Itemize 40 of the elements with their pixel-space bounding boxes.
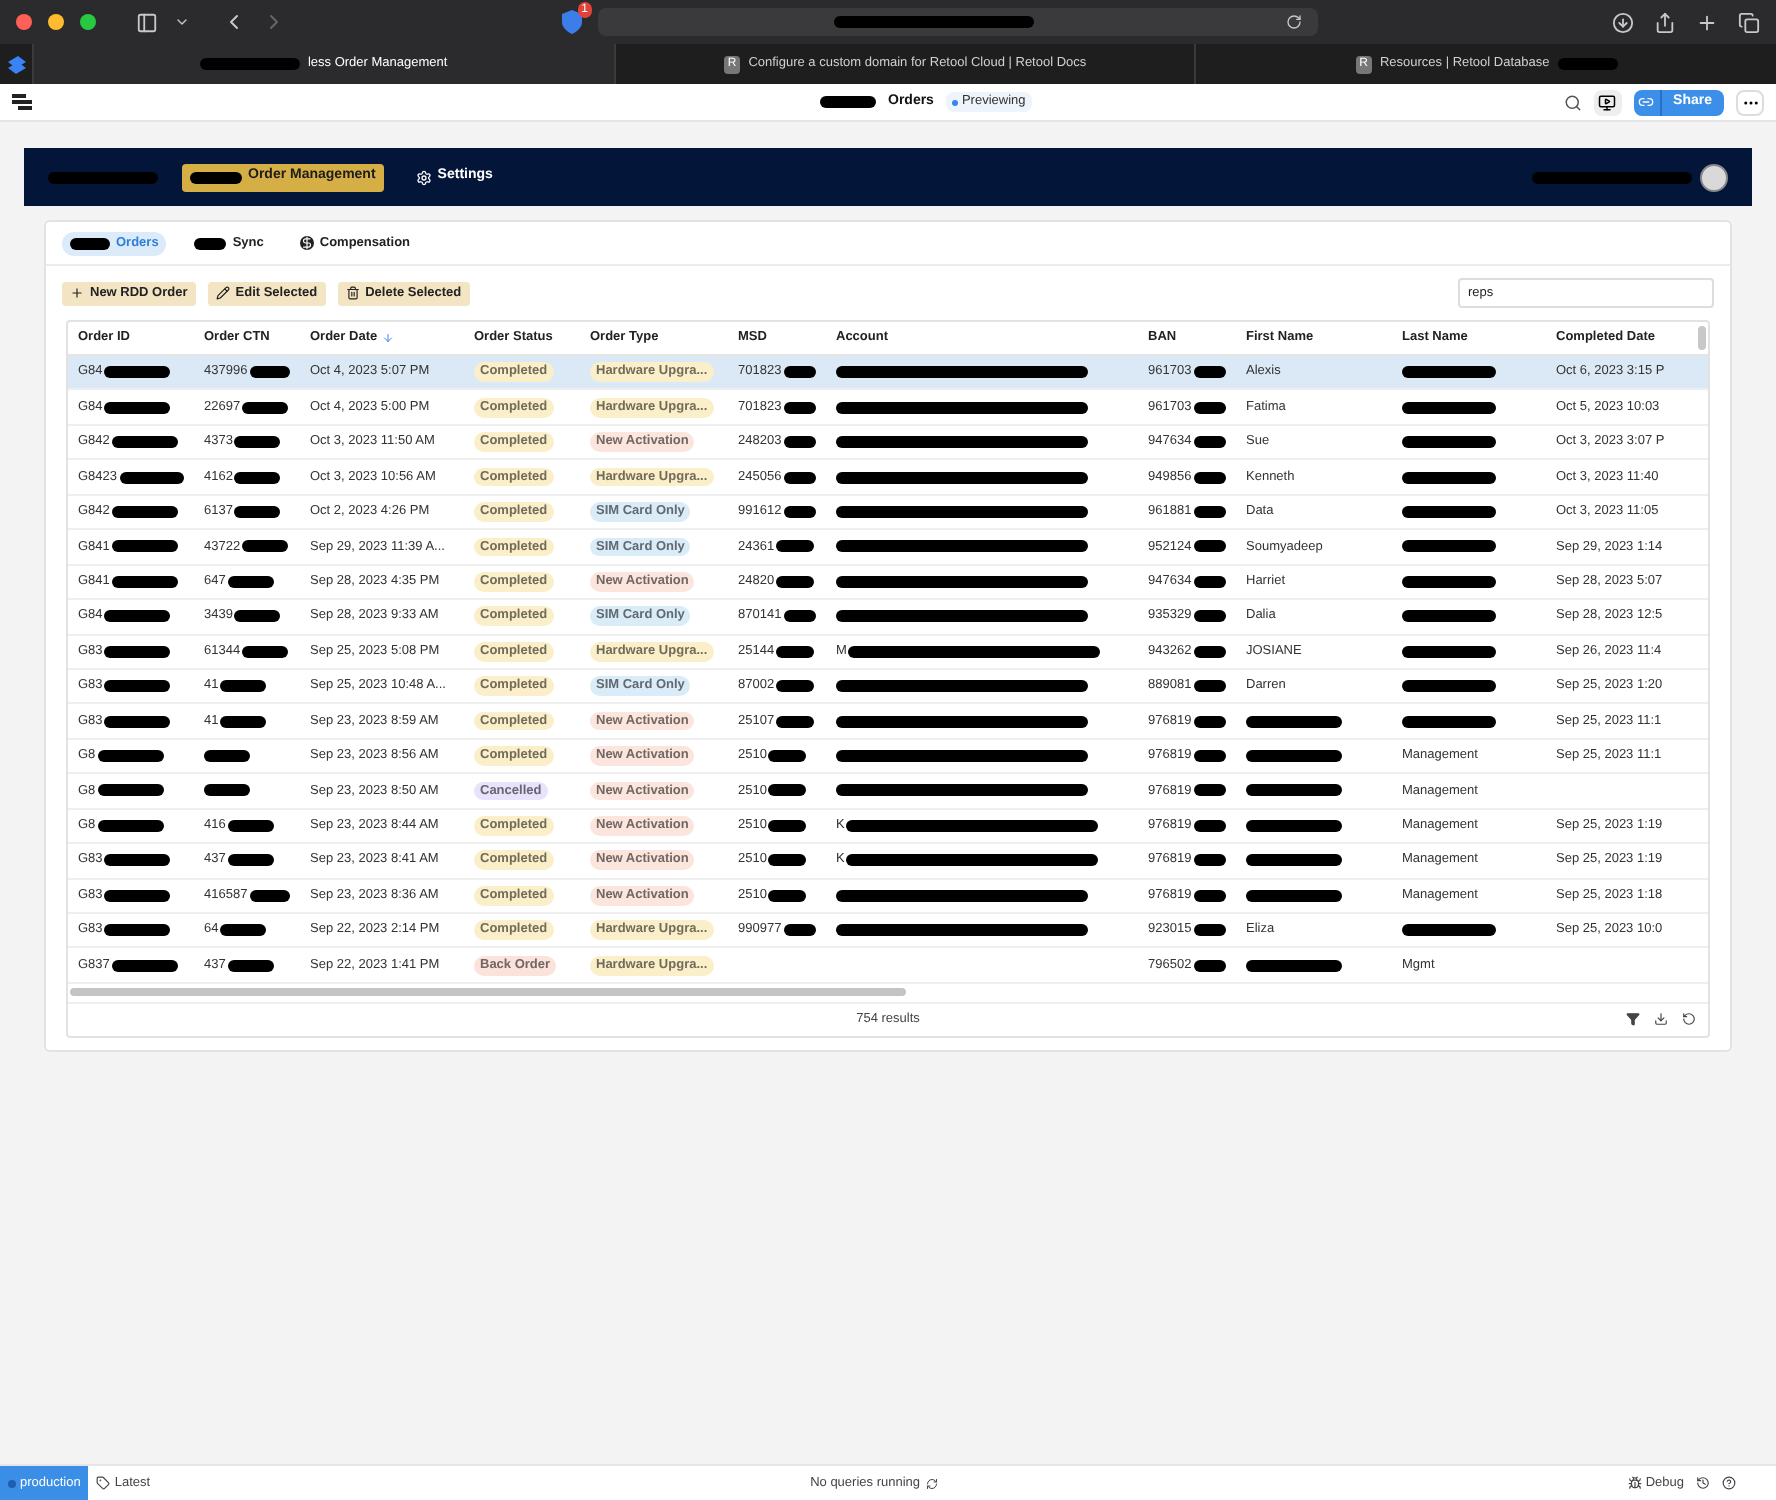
refresh-icon bbox=[926, 1477, 939, 1489]
trash-icon bbox=[345, 286, 360, 300]
refresh-icon[interactable] bbox=[1682, 1012, 1696, 1027]
avatar[interactable] bbox=[1700, 163, 1728, 191]
bug-icon bbox=[1627, 1476, 1642, 1490]
search-icon[interactable] bbox=[1563, 93, 1582, 111]
shield-icon[interactable] bbox=[562, 10, 582, 34]
reload-icon[interactable] bbox=[1286, 14, 1302, 30]
help-icon[interactable] bbox=[1722, 1476, 1736, 1490]
history-icon[interactable] bbox=[1696, 1476, 1710, 1490]
dollar-icon bbox=[299, 236, 314, 250]
new-tab-icon[interactable] bbox=[1696, 11, 1718, 33]
caret-icon[interactable] bbox=[174, 14, 190, 30]
download-icon[interactable] bbox=[1612, 11, 1634, 33]
sidebar-icon[interactable] bbox=[136, 11, 158, 33]
share-icon[interactable] bbox=[1654, 11, 1676, 33]
link-icon bbox=[1638, 94, 1655, 110]
more-button[interactable] bbox=[1736, 89, 1764, 115]
close-window-icon[interactable] bbox=[16, 14, 32, 30]
download-icon[interactable] bbox=[1654, 1012, 1668, 1027]
gear-icon bbox=[415, 169, 432, 185]
preview-button[interactable] bbox=[1593, 89, 1622, 115]
redaction-mark bbox=[1557, 58, 1618, 70]
tabs-overview-icon[interactable] bbox=[1738, 11, 1760, 33]
redaction-mark bbox=[190, 171, 242, 183]
pencil-icon bbox=[215, 286, 230, 300]
redaction-mark bbox=[199, 58, 300, 70]
plus-icon bbox=[70, 286, 84, 300]
maximize-window-icon[interactable] bbox=[80, 14, 96, 30]
copy-link-button[interactable] bbox=[1633, 89, 1662, 115]
filter-icon[interactable] bbox=[1626, 1012, 1640, 1027]
redaction-mark bbox=[820, 96, 876, 108]
redaction-mark bbox=[194, 237, 227, 249]
menu-icon[interactable] bbox=[12, 94, 32, 110]
redaction-mark bbox=[48, 171, 158, 183]
monitor-icon bbox=[1598, 93, 1617, 111]
redaction-mark bbox=[70, 237, 110, 249]
horizontal-scrollbar[interactable] bbox=[70, 988, 906, 997]
minimize-window-icon[interactable] bbox=[48, 14, 64, 30]
tag-icon bbox=[96, 1476, 111, 1490]
